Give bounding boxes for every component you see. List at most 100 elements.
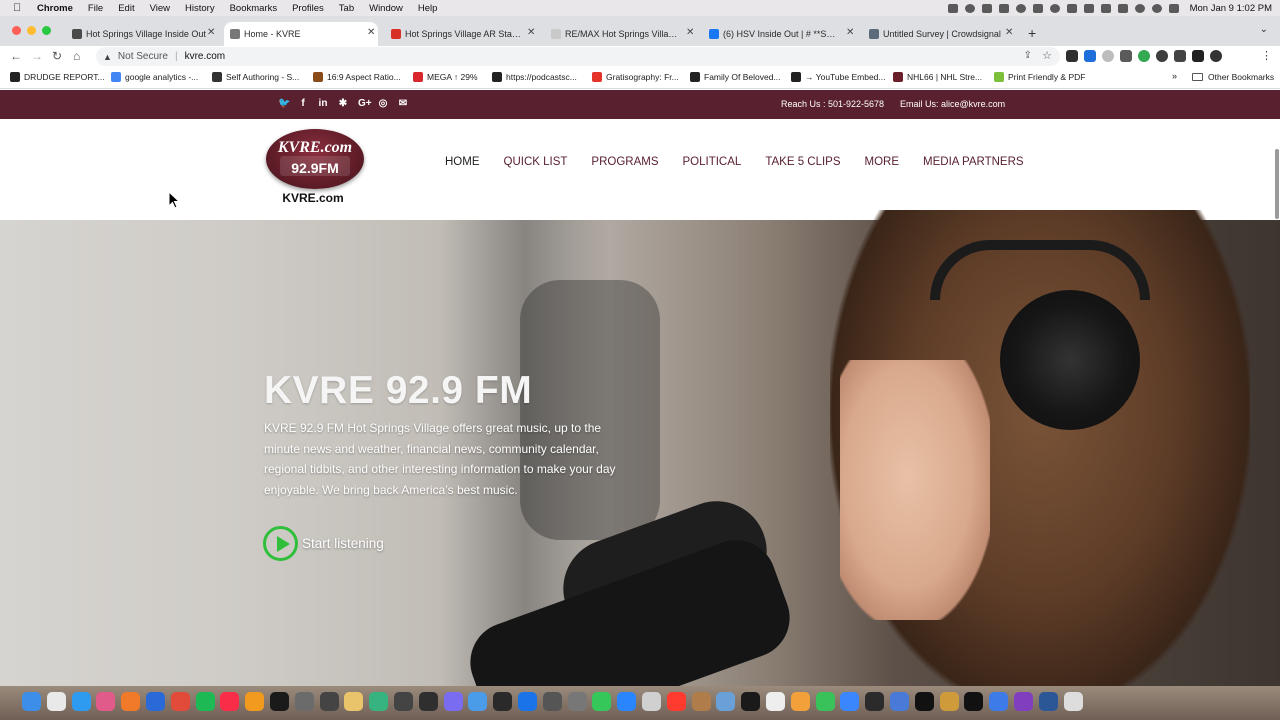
dock-app-icon[interactable] <box>369 692 389 711</box>
yelp-icon[interactable]: ✱ <box>338 98 348 109</box>
extension-icon[interactable] <box>1156 50 1168 62</box>
dock-app-icon[interactable] <box>716 692 736 711</box>
nav-more[interactable]: MORE <box>865 156 900 168</box>
wifi-icon[interactable] <box>1117 3 1128 13</box>
close-window-icon[interactable] <box>12 26 21 35</box>
bookmark-drudge[interactable]: DRUDGE REPORT... <box>10 72 105 82</box>
kvre-logo[interactable]: KVRE.com 92.9FM <box>266 129 364 189</box>
status-icon[interactable] <box>1049 3 1060 13</box>
extension-icon[interactable] <box>1102 50 1114 62</box>
logo-caption[interactable]: KVRE.com <box>266 191 360 205</box>
dock-app-icon[interactable] <box>666 692 686 711</box>
dock-app-icon[interactable] <box>46 692 66 711</box>
dock-app-icon[interactable] <box>617 692 637 711</box>
menu-profiles[interactable]: Profiles <box>292 3 324 14</box>
menu-bookmarks[interactable]: Bookmarks <box>230 3 278 14</box>
dock-app-icon[interactable] <box>418 692 438 711</box>
play-icon[interactable] <box>263 526 298 561</box>
address-bar[interactable]: ▲ Not Secure | kvre.com ⇪ ☆ <box>96 47 1060 66</box>
linkedin-icon[interactable]: in <box>318 98 328 109</box>
email-link[interactable]: Email Us: alice@kvre.com <box>900 99 1005 109</box>
instagram-icon[interactable]: ◎ <box>378 98 388 109</box>
tab-hsv-survey[interactable]: (6) HSV Inside Out | # **SURVE <box>709 22 841 46</box>
facebook-icon[interactable]: f <box>298 98 308 109</box>
dock-app-icon[interactable] <box>96 692 116 711</box>
google-plus-icon[interactable]: G+ <box>358 98 372 109</box>
bookmark-google-analytics[interactable]: google analytics -... <box>111 72 198 82</box>
dock-app-icon[interactable] <box>592 692 612 711</box>
bookmarks-overflow-icon[interactable]: » <box>1172 71 1177 81</box>
close-tab-icon[interactable]: ✕ <box>367 27 375 38</box>
profile-avatar[interactable] <box>1210 50 1222 62</box>
bookmark-nhl66[interactable]: NHL66 | NHL Stre... <box>893 72 982 82</box>
bookmark-podcastsc[interactable]: https://podcastsc... <box>492 72 577 82</box>
other-bookmarks[interactable]: Other Bookmarks <box>1192 72 1274 82</box>
status-icon[interactable] <box>1015 3 1026 13</box>
puzzle-icon[interactable] <box>1174 50 1186 62</box>
twitter-icon[interactable]: 🐦 <box>278 98 290 109</box>
clock[interactable]: Mon Jan 9 1:02 PM <box>1190 3 1272 14</box>
dock-app-icon[interactable] <box>468 692 488 711</box>
start-listening-label[interactable]: Start listening <box>302 536 384 551</box>
sidepanel-icon[interactable] <box>1192 50 1204 62</box>
nav-political[interactable]: POLITICAL <box>683 156 742 168</box>
dock-app-icon[interactable] <box>170 692 190 711</box>
close-tab-icon[interactable]: ✕ <box>846 27 854 38</box>
dock-app-icon[interactable] <box>270 692 289 711</box>
dock-app-icon[interactable] <box>344 692 364 711</box>
status-icon[interactable] <box>1083 3 1094 13</box>
dock-app-icon[interactable] <box>815 692 835 711</box>
tab-search-icon[interactable]: ⌄ <box>1260 24 1268 35</box>
dock-app-icon[interactable] <box>220 692 240 711</box>
status-icon[interactable] <box>981 3 992 13</box>
nav-programs[interactable]: PROGRAMS <box>591 156 658 168</box>
reload-icon[interactable]: ↻ <box>52 49 62 63</box>
nav-media-partners[interactable]: MEDIA PARTNERS <box>923 156 1024 168</box>
tab-hsv-inside-out[interactable]: Hot Springs Village Inside Out <box>72 22 206 46</box>
dock-app-icon[interactable] <box>840 692 860 711</box>
share-icon[interactable]: ⇪ <box>1024 50 1032 61</box>
dock-app-icon[interactable] <box>542 692 562 711</box>
dock-app-icon[interactable] <box>493 692 513 711</box>
dock-app-icon[interactable] <box>989 692 1009 711</box>
menu-help[interactable]: Help <box>418 3 438 14</box>
status-icon[interactable] <box>1066 3 1077 13</box>
siri-icon[interactable] <box>1168 3 1179 13</box>
tab-crowdsignal[interactable]: Untitled Survey | Crowdsignal <box>869 22 1001 46</box>
back-icon[interactable]: ← <box>10 49 22 63</box>
dock-app-icon[interactable] <box>394 692 413 711</box>
extension-icon[interactable] <box>1138 50 1150 62</box>
dock-app-icon[interactable] <box>146 692 165 711</box>
close-tab-icon[interactable]: ✕ <box>686 27 694 38</box>
extension-icon[interactable] <box>1084 50 1096 62</box>
dock-app-icon[interactable] <box>195 692 215 711</box>
extension-icon[interactable] <box>1120 50 1132 62</box>
warning-icon[interactable]: ▲ <box>103 52 112 62</box>
bookmark-family[interactable]: Family Of Beloved... <box>690 72 781 82</box>
status-icon[interactable] <box>947 3 958 13</box>
start-listening-button[interactable]: Start listening <box>263 526 384 561</box>
nav-home[interactable]: HOME <box>445 156 480 168</box>
status-icon[interactable] <box>964 3 975 13</box>
menu-history[interactable]: History <box>185 3 215 14</box>
dock-app-icon[interactable] <box>245 692 265 711</box>
bluetooth-icon[interactable] <box>1100 3 1111 13</box>
menu-edit[interactable]: Edit <box>118 3 134 14</box>
menu-app-name[interactable]: Chrome <box>37 3 73 14</box>
dock-app-icon[interactable] <box>741 692 761 711</box>
menu-window[interactable]: Window <box>369 3 403 14</box>
dock-app-icon[interactable] <box>1014 692 1033 711</box>
dock-app-icon[interactable] <box>964 692 984 711</box>
home-icon[interactable]: ⌂ <box>73 49 80 63</box>
bookmark-gratisography[interactable]: Gratisography: Fr... <box>592 72 679 82</box>
dock-app-icon[interactable] <box>691 692 711 711</box>
zoom-window-icon[interactable] <box>42 26 51 35</box>
bookmark-star-icon[interactable]: ☆ <box>1042 49 1052 62</box>
dock-app-icon[interactable] <box>642 692 661 711</box>
bookmark-self-authoring[interactable]: Self Authoring - S... <box>212 72 299 82</box>
forward-icon[interactable]: → <box>31 49 43 63</box>
spotlight-icon[interactable] <box>1151 3 1162 13</box>
bookmark-aspect-ratio[interactable]: 16:9 Aspect Ratio... <box>313 72 401 82</box>
minimize-window-icon[interactable] <box>27 26 36 35</box>
dock-app-icon[interactable] <box>939 692 959 711</box>
